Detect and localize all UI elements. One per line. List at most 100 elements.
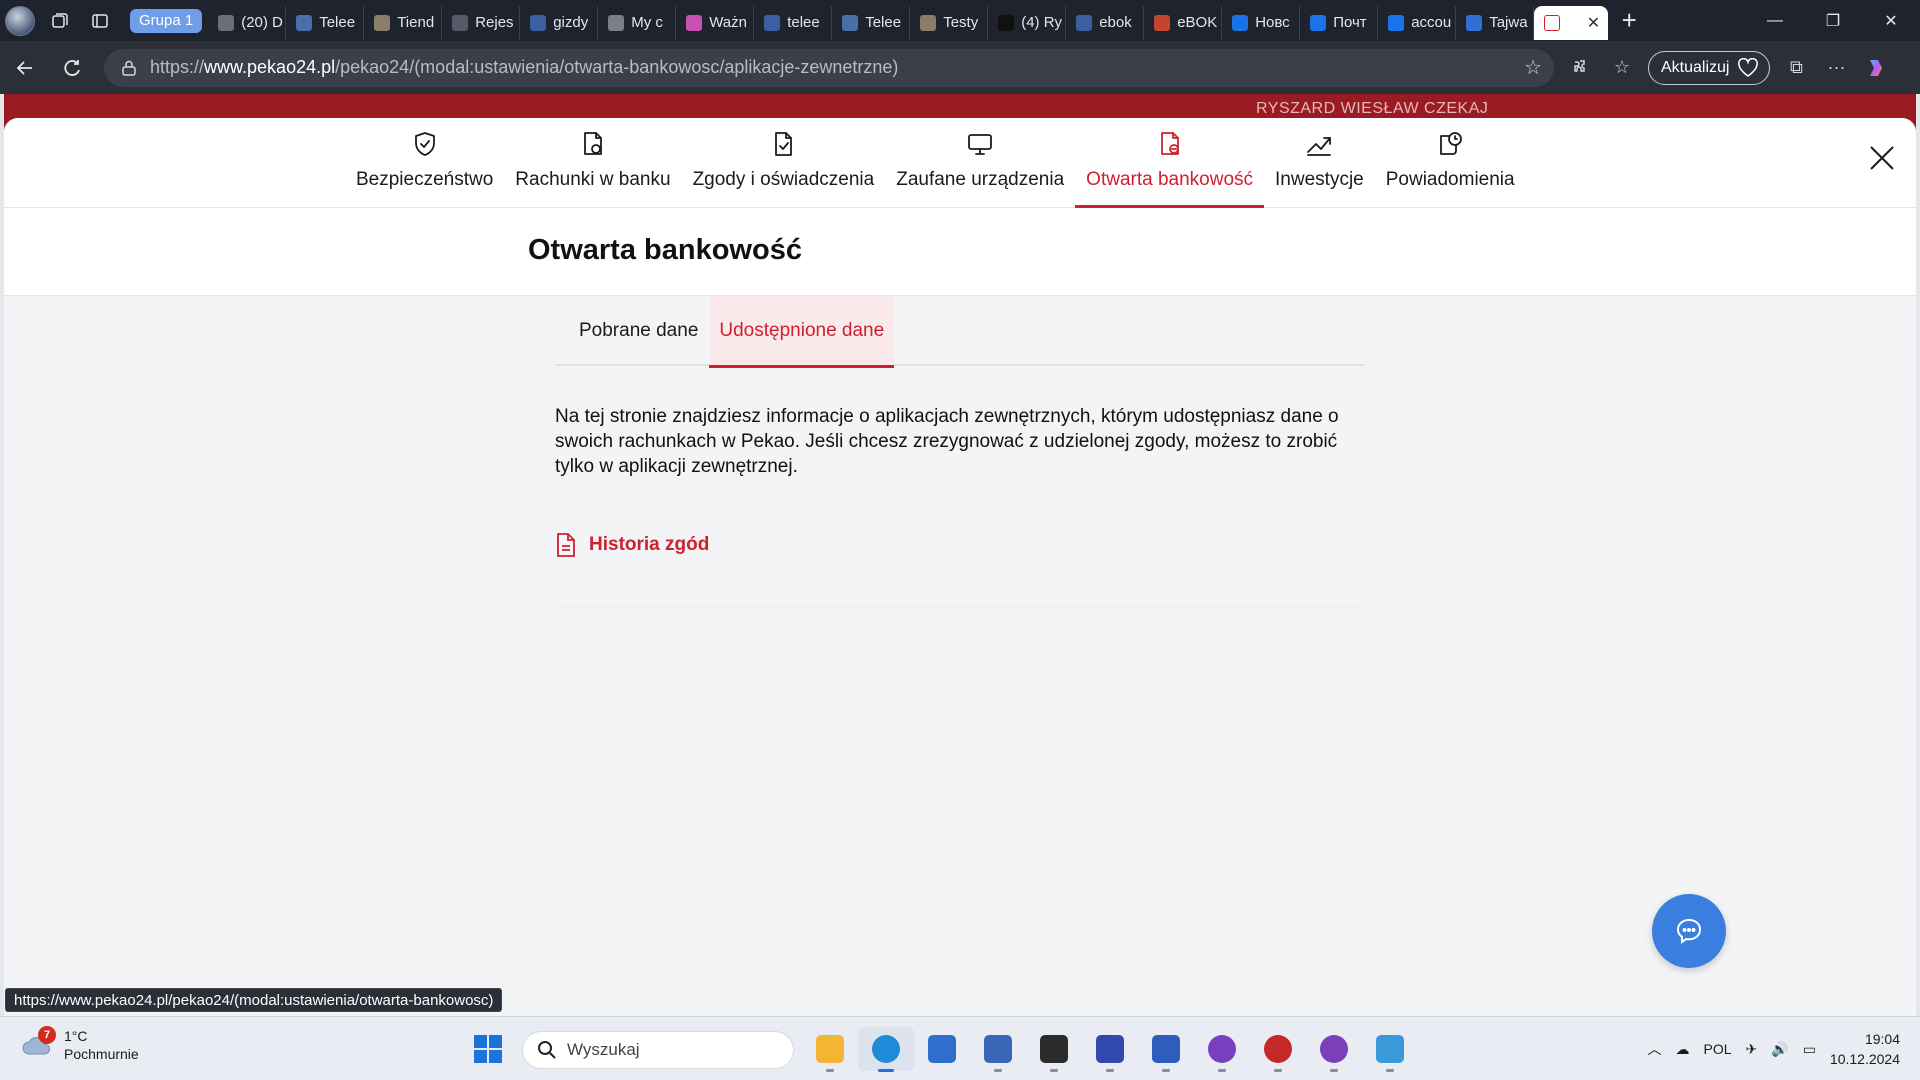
nav-tab-3[interactable]: Zaufane urządzenia (885, 118, 1075, 208)
taskbar-search[interactable]: Wyszukaj (522, 1031, 794, 1069)
browser-tab[interactable]: (20) D (208, 5, 287, 40)
nav-tab-4[interactable]: Otwarta bankowość (1075, 118, 1264, 208)
update-button[interactable]: Aktualizuj (1648, 50, 1771, 85)
tab-favicon-icon (608, 14, 625, 31)
tab-favicon-icon (374, 14, 391, 31)
settings-nav: Bezpieczeństwo Rachunki w banku Zgody i oś… (4, 118, 1916, 208)
tab-title: Ważn (709, 14, 747, 31)
extensions-icon[interactable] (1562, 48, 1602, 88)
chat-button[interactable] (1652, 894, 1726, 968)
browser-tab[interactable]: ebok (1066, 5, 1145, 40)
onedrive-icon[interactable]: ☁ (1676, 1041, 1690, 1058)
start-button[interactable] (472, 1033, 504, 1065)
weather-temp: 1°C (64, 1028, 88, 1044)
tab-favicon-icon (842, 14, 859, 31)
trend-up-icon (1305, 130, 1333, 169)
favorite-star-icon[interactable]: ☆ (1524, 55, 1542, 80)
browser-tab[interactable]: telee (754, 5, 833, 40)
browser-tab[interactable]: Rejes (442, 5, 521, 40)
copilot-icon[interactable] (1856, 48, 1896, 88)
tab-title: eBOK (1177, 14, 1218, 31)
taskbar-app-10[interactable] (1362, 1027, 1418, 1072)
restore-icon[interactable]: ❐ (1804, 0, 1862, 41)
sub-tab-downloaded-data[interactable]: Pobrane dane (555, 296, 709, 366)
monitor-icon (966, 130, 994, 169)
browser-tab[interactable]: Tiend (364, 5, 443, 40)
workspaces-icon[interactable] (40, 0, 80, 41)
save-app-icon (1096, 1035, 1124, 1063)
more-menu-icon[interactable]: ··· (1816, 48, 1856, 88)
nav-tab-6[interactable]: Powiadomienia (1375, 118, 1526, 208)
weather-desc: Pochmurnie (64, 1046, 139, 1062)
collections-icon[interactable]: ⧉ (1776, 48, 1816, 88)
browser-tab[interactable]: Telee (286, 5, 365, 40)
network-app-icon (984, 1035, 1012, 1063)
language-indicator[interactable]: POL (1704, 1041, 1732, 1057)
profile-avatar[interactable] (0, 0, 40, 41)
close-window-icon[interactable]: ✕ (1862, 0, 1920, 41)
browser-tab[interactable]: Tajwa (1456, 5, 1535, 40)
document-share-icon (1156, 130, 1184, 169)
taskbar-app-1[interactable] (858, 1027, 914, 1072)
taskbar-app-6[interactable] (1138, 1027, 1194, 1072)
taskbar-app-8[interactable] (1250, 1027, 1306, 1072)
nav-tab-1[interactable]: Rachunki w banku (504, 118, 681, 208)
tab-favicon-icon (764, 14, 781, 31)
notepad-icon (1376, 1035, 1404, 1063)
user-name: RYSZARD WIESŁAW CZEKAJ (1256, 100, 1489, 117)
taskbar-app-9[interactable] (1306, 1027, 1362, 1072)
taskbar-app-5[interactable] (1082, 1027, 1138, 1072)
reload-button[interactable] (50, 46, 94, 90)
tab-list: (20) D Telee Tiend Rejes gizdy My c Ważn telee T… (208, 2, 1535, 40)
browser-tab[interactable]: Новс (1222, 5, 1301, 40)
browser-tab[interactable]: Telee (832, 5, 911, 40)
new-tab-button[interactable]: + (1608, 0, 1650, 41)
taskbar-app-7[interactable] (1194, 1027, 1250, 1072)
tab-favicon-icon (1076, 14, 1093, 31)
favorites-icon[interactable]: ☆ (1602, 48, 1642, 88)
tab-group-chip[interactable]: Grupa 1 (130, 8, 203, 33)
taskbar-app-0[interactable] (802, 1027, 858, 1072)
cloud-icon: 7 (20, 1026, 56, 1058)
taskbar-app-2[interactable] (914, 1027, 970, 1071)
volume-icon[interactable]: 🔊 (1771, 1041, 1788, 1058)
chat-bubble-icon (1676, 918, 1702, 944)
minimize-icon[interactable]: — (1746, 0, 1804, 41)
tab-favicon-icon (1310, 14, 1327, 31)
browser-tab[interactable]: accou (1378, 5, 1457, 40)
browser-tab-strip: Grupa 1 (20) D Telee Tiend Rejes gizdy My c Wa… (0, 0, 1920, 41)
lock-icon[interactable] (118, 57, 140, 79)
document-check-icon (769, 130, 797, 169)
tab-title: accou (1411, 14, 1452, 31)
nav-tab-2[interactable]: Zgody i oświadczenia (682, 118, 886, 208)
nav-tab-0[interactable]: Bezpieczeństwo (345, 118, 504, 208)
clock[interactable]: 19:04 10.12.2024 (1830, 1029, 1900, 1069)
close-tab-icon[interactable]: ✕ (1587, 13, 1600, 33)
taskbar: 7 1°C Pochmurnie Wyszukaj ︿ ☁ POL ✈ 🔊 ▭ … (0, 1016, 1920, 1080)
close-modal-button[interactable] (1866, 142, 1898, 174)
tab-title: My c (631, 14, 663, 31)
nav-tab-label: Zaufane urządzenia (896, 169, 1065, 190)
browser-tab[interactable]: eBOK (1144, 5, 1223, 40)
taskbar-app-4[interactable] (1026, 1027, 1082, 1072)
browser-tab[interactable]: Почт (1300, 5, 1379, 40)
weather-widget[interactable]: 7 1°C Pochmurnie (20, 1026, 139, 1063)
taskbar-app-3[interactable] (970, 1027, 1026, 1072)
back-button[interactable] (3, 46, 47, 90)
sub-tab-shared-data[interactable]: Udostępnione dane (709, 296, 895, 368)
browser-tab[interactable]: gizdy (520, 5, 599, 40)
tab-actions-icon[interactable] (80, 0, 120, 41)
network-icon[interactable]: ✈ (1746, 1041, 1758, 1058)
consent-history-link[interactable]: Historia zgód (555, 532, 709, 558)
chevron-up-icon[interactable]: ︿ (1648, 1039, 1662, 1059)
tab-title: Tajwa (1489, 14, 1528, 31)
tab-active[interactable]: ✕ (1534, 5, 1609, 40)
browser-tab[interactable]: (4) Ry (988, 5, 1067, 40)
url-field[interactable]: https://www.pekao24.pl/pekao24/(modal:us… (104, 48, 1554, 87)
browser-tab[interactable]: Testy (910, 5, 989, 40)
nav-tab-5[interactable]: Inwestycje (1264, 118, 1375, 208)
windows-logo-icon (474, 1035, 502, 1063)
browser-tab[interactable]: My c (598, 5, 677, 40)
browser-tab[interactable]: Ważn (676, 5, 755, 40)
battery-icon[interactable]: ▭ (1803, 1041, 1816, 1058)
